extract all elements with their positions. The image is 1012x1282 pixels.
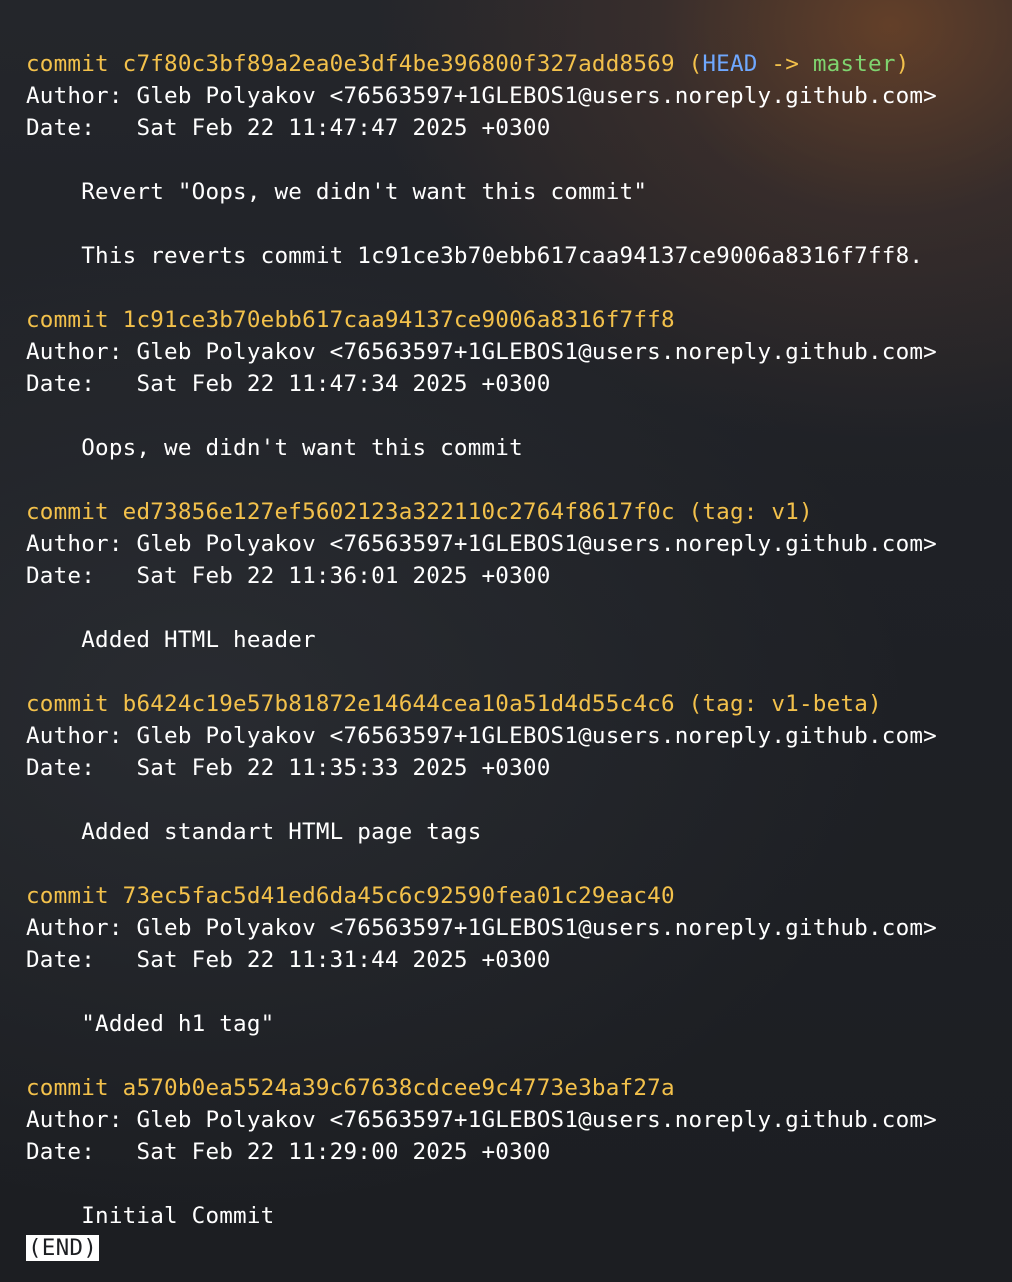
commit-message: "Added h1 tag": [81, 1011, 275, 1037]
date-label: Date:: [26, 947, 96, 973]
commit-author: Gleb Polyakov <76563597+1GLEBOS1@users.n…: [136, 83, 937, 109]
date-label: Date:: [26, 371, 96, 397]
commit-date-line: Date: Sat Feb 22 11:29:00 2025 +0300: [26, 1136, 996, 1168]
branch-ref: master: [812, 51, 896, 77]
commit-keyword: commit: [26, 499, 109, 525]
commit-author-line: Author: Gleb Polyakov <76563597+1GLEBOS1…: [26, 720, 996, 752]
author-label: Author:: [26, 339, 123, 365]
date-label: Date:: [26, 115, 96, 141]
tag-ref: (tag: v1): [688, 499, 813, 525]
commit-date-line: Date: Sat Feb 22 11:31:44 2025 +0300: [26, 944, 996, 976]
commit-hash: ed73856e127ef5602123a322110c2764f8617f0c: [122, 499, 675, 525]
commit-date-line: Date: Sat Feb 22 11:35:33 2025 +0300: [26, 752, 996, 784]
commit-header: commit a570b0ea5524a39c67638cdcee9c4773e…: [26, 1072, 996, 1104]
commit-message: Added HTML header: [81, 627, 316, 653]
date-label: Date:: [26, 755, 96, 781]
commit-author-line: Author: Gleb Polyakov <76563597+1GLEBOS1…: [26, 1104, 996, 1136]
commit-keyword: commit: [26, 883, 109, 909]
commit-date: Sat Feb 22 11:47:47 2025 +0300: [136, 115, 551, 141]
commit-author-line: Author: Gleb Polyakov <76563597+1GLEBOS1…: [26, 528, 996, 560]
commit-date-line: Date: Sat Feb 22 11:47:47 2025 +0300: [26, 112, 996, 144]
commit-message: Added standart HTML page tags: [81, 819, 482, 845]
commit-keyword: commit: [26, 1075, 109, 1101]
commit-date: Sat Feb 22 11:29:00 2025 +0300: [136, 1139, 551, 1165]
commit-hash: c7f80c3bf89a2ea0e3df4be396800f327add8569: [122, 51, 675, 77]
commit-message: Revert "Oops, we didn't want this commit…: [81, 179, 648, 205]
author-label: Author:: [26, 1107, 123, 1133]
commit-author-line: Author: Gleb Polyakov <76563597+1GLEBOS1…: [26, 912, 996, 944]
commit-keyword: commit: [26, 307, 109, 333]
commit-date: Sat Feb 22 11:35:33 2025 +0300: [136, 755, 551, 781]
commit-date: Sat Feb 22 11:36:01 2025 +0300: [136, 563, 551, 589]
author-label: Author:: [26, 83, 123, 109]
pager-end-line: (END): [26, 1232, 996, 1264]
commit-message: Initial Commit: [81, 1203, 275, 1229]
author-label: Author:: [26, 915, 123, 941]
commit-hash: b6424c19e57b81872e14644cea10a51d4d55c4c6: [122, 691, 675, 717]
commit-header: commit b6424c19e57b81872e14644cea10a51d4…: [26, 688, 996, 720]
commit-hash: a570b0ea5524a39c67638cdcee9c4773e3baf27a: [122, 1075, 675, 1101]
commit-author-line: Author: Gleb Polyakov <76563597+1GLEBOS1…: [26, 336, 996, 368]
commit-author: Gleb Polyakov <76563597+1GLEBOS1@users.n…: [136, 723, 937, 749]
terminal-output[interactable]: commit c7f80c3bf89a2ea0e3df4be396800f327…: [26, 48, 996, 1268]
commit-date-line: Date: Sat Feb 22 11:36:01 2025 +0300: [26, 560, 996, 592]
commit-header: commit 73ec5fac5d41ed6da45c6c92590fea01c…: [26, 880, 996, 912]
commit-keyword: commit: [26, 691, 109, 717]
commit-author: Gleb Polyakov <76563597+1GLEBOS1@users.n…: [136, 339, 937, 365]
date-label: Date:: [26, 563, 96, 589]
commit-message-body: This reverts commit 1c91ce3b70ebb617caa9…: [81, 243, 924, 269]
commit-keyword: commit: [26, 51, 109, 77]
ref-arrow: ->: [771, 51, 800, 77]
commit-date-line: Date: Sat Feb 22 11:47:34 2025 +0300: [26, 368, 996, 400]
tag-ref: (tag: v1-beta): [688, 691, 882, 717]
commit-author: Gleb Polyakov <76563597+1GLEBOS1@users.n…: [136, 1107, 937, 1133]
date-label: Date:: [26, 1139, 96, 1165]
commit-author: Gleb Polyakov <76563597+1GLEBOS1@users.n…: [136, 531, 937, 557]
commit-header: commit 1c91ce3b70ebb617caa94137ce9006a83…: [26, 304, 996, 336]
author-label: Author:: [26, 531, 123, 557]
commit-message: Oops, we didn't want this commit: [81, 435, 523, 461]
commit-hash: 73ec5fac5d41ed6da45c6c92590fea01c29eac40: [122, 883, 675, 909]
commit-header: commit c7f80c3bf89a2ea0e3df4be396800f327…: [26, 51, 910, 77]
commit-author-line: Author: Gleb Polyakov <76563597+1GLEBOS1…: [26, 80, 996, 112]
commit-date: Sat Feb 22 11:31:44 2025 +0300: [136, 947, 551, 973]
commit-date: Sat Feb 22 11:47:34 2025 +0300: [136, 371, 551, 397]
commit-header: commit ed73856e127ef5602123a322110c2764f…: [26, 496, 996, 528]
commit-hash: 1c91ce3b70ebb617caa94137ce9006a8316f7ff8: [122, 307, 675, 333]
author-label: Author:: [26, 723, 123, 749]
head-ref: HEAD: [702, 51, 758, 77]
commit-author: Gleb Polyakov <76563597+1GLEBOS1@users.n…: [136, 915, 937, 941]
pager-end-marker[interactable]: (END): [26, 1235, 100, 1261]
